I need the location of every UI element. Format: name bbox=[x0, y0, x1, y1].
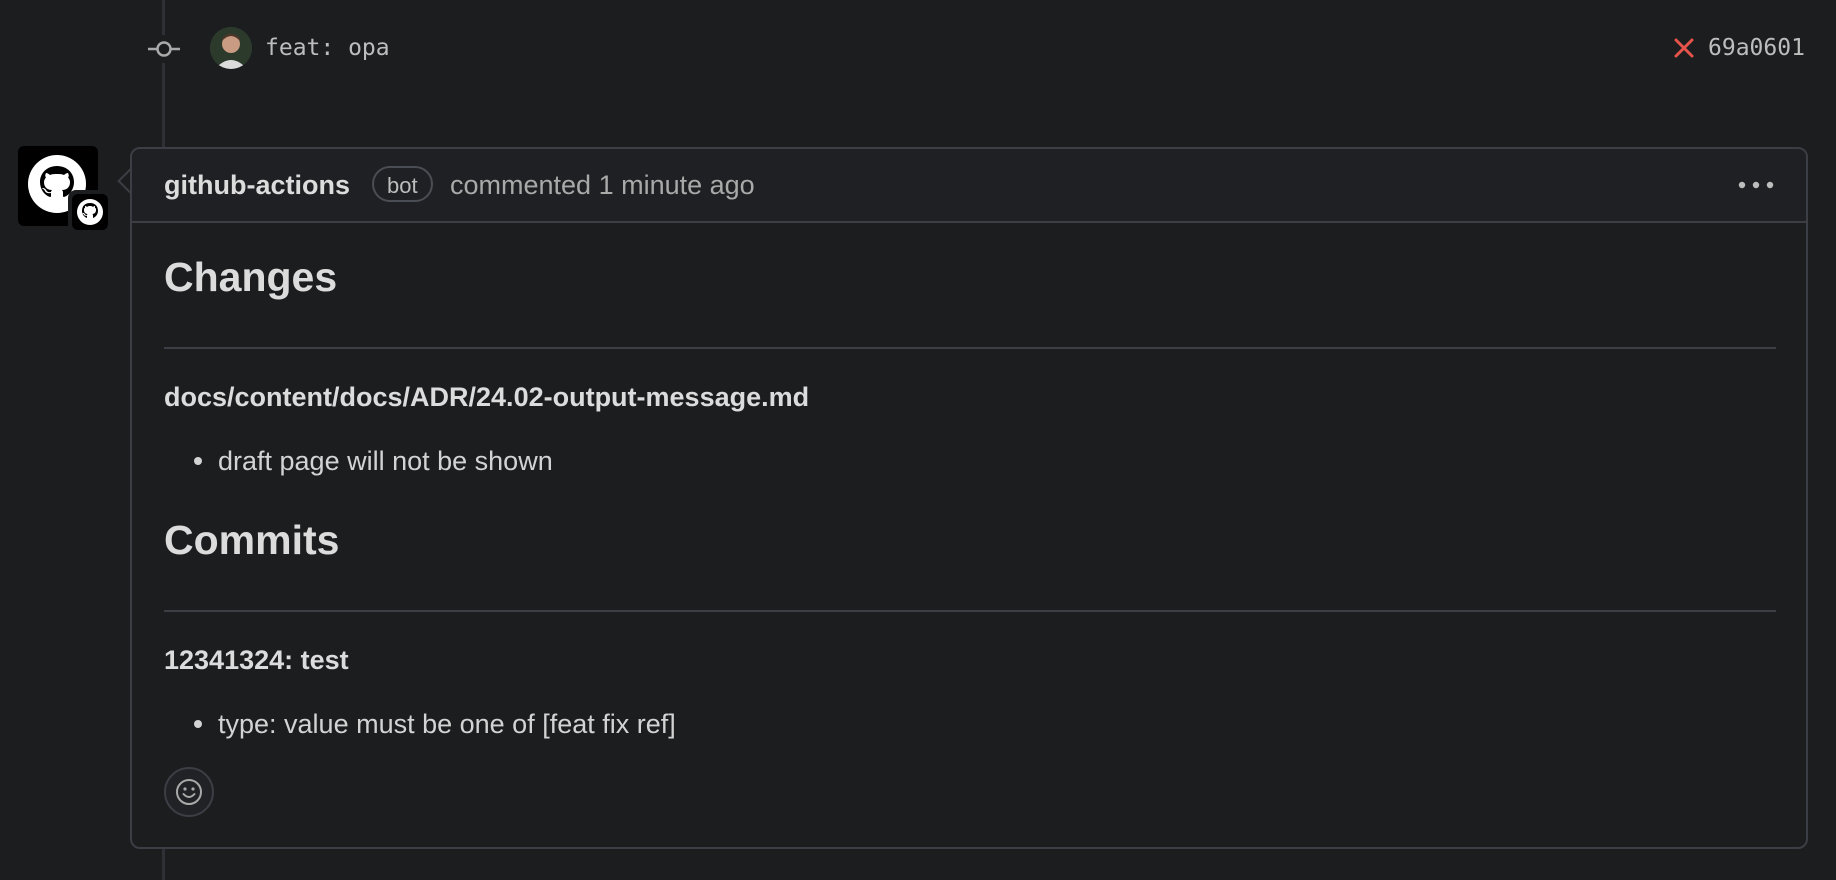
add-reaction-button[interactable] bbox=[164, 767, 214, 817]
section-heading-changes: Changes bbox=[164, 254, 338, 300]
section-heading-commits: Commits bbox=[164, 517, 340, 563]
comment-box: github-actions bot commented 1 minute ag… bbox=[130, 147, 1808, 849]
comment-header: github-actions bot commented 1 minute ag… bbox=[132, 149, 1806, 223]
kebab-horizontal-icon[interactable] bbox=[1734, 173, 1778, 197]
smiley-icon bbox=[176, 779, 202, 805]
bot-badge: bot bbox=[372, 166, 433, 202]
app-badge bbox=[68, 190, 112, 234]
list-item: type: value must be one of [feat fix ref… bbox=[194, 708, 676, 740]
heading-divider bbox=[164, 347, 1776, 349]
heading-divider bbox=[164, 610, 1776, 612]
bullet-icon bbox=[194, 719, 202, 728]
commit-entry: 12341324: test bbox=[164, 645, 349, 675]
list-item: draft page will not be shown bbox=[194, 445, 553, 477]
comment-timestamp[interactable]: commented 1 minute ago bbox=[450, 169, 755, 201]
commit-author-avatar[interactable] bbox=[210, 27, 252, 69]
git-commit-icon bbox=[146, 35, 182, 63]
bullet-icon bbox=[194, 456, 202, 465]
github-mark-icon bbox=[77, 199, 103, 225]
comment-author-link[interactable]: github-actions bbox=[164, 169, 350, 201]
commit-sha-link[interactable]: 69a0601 bbox=[1708, 32, 1805, 64]
commit-message-link[interactable]: feat: opa bbox=[265, 32, 390, 64]
changed-file-name: docs/content/docs/ADR/24.02-output-messa… bbox=[164, 382, 810, 412]
timeline-commit-row: feat: opa 69a0601 bbox=[0, 0, 1836, 100]
x-icon[interactable] bbox=[1672, 36, 1696, 60]
pr-timeline: feat: opa 69a0601 github-actions bot com… bbox=[0, 0, 1836, 880]
